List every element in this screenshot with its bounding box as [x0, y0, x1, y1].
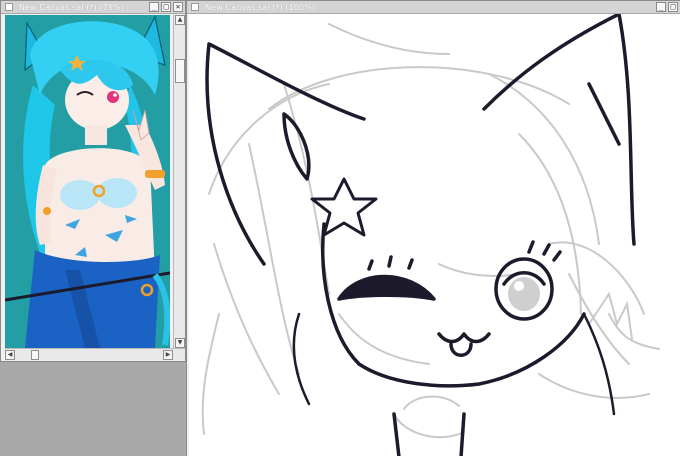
- vertical-scroll-thumb[interactable]: [175, 59, 185, 83]
- minimize-icon: _: [151, 2, 157, 11]
- document-icon: [191, 3, 199, 11]
- navigator-window: New Canvas.sai (*) (75%) _ □ ✕ ▲ ▼ ◀ ▶: [0, 0, 186, 362]
- navigator-vertical-scrollbar[interactable]: ▲ ▼: [173, 15, 185, 348]
- navigator-titlebar[interactable]: New Canvas.sai (*) (75%) _ □ ✕: [1, 1, 185, 14]
- maximize-button[interactable]: □: [161, 2, 171, 12]
- scroll-down-button[interactable]: ▼: [175, 338, 185, 348]
- reference-canvas[interactable]: [5, 15, 170, 348]
- main-title: New Canvas.sai (*) (100%): [205, 2, 316, 12]
- arrow-down-icon: ▼: [177, 339, 183, 346]
- minimize-button[interactable]: _: [656, 2, 666, 12]
- scroll-right-button[interactable]: ▶: [163, 350, 173, 360]
- close-icon: ✕: [175, 2, 181, 11]
- main-titlebar[interactable]: New Canvas.sai (*) (100%) _ □: [187, 1, 680, 14]
- minimize-icon: _: [658, 2, 664, 11]
- maximize-icon: □: [670, 2, 676, 11]
- scroll-up-button[interactable]: ▲: [175, 15, 185, 25]
- document-icon: [5, 3, 13, 11]
- drawing-canvas[interactable]: [189, 14, 680, 456]
- main-canvas-window: New Canvas.sai (*) (100%) _ □: [186, 0, 680, 456]
- maximize-icon: □: [163, 2, 169, 11]
- lineart-sketch: [201, 14, 660, 456]
- minimize-button[interactable]: _: [149, 2, 159, 12]
- navigator-title: New Canvas.sai (*) (75%): [19, 2, 124, 12]
- horizontal-scroll-thumb[interactable]: [31, 350, 39, 360]
- arrow-right-icon: ▶: [165, 351, 171, 358]
- scroll-left-button[interactable]: ◀: [5, 350, 15, 360]
- maximize-button[interactable]: □: [668, 2, 678, 12]
- close-button[interactable]: ✕: [173, 2, 183, 12]
- reference-illustration: [5, 15, 170, 348]
- arrow-left-icon: ◀: [7, 351, 13, 358]
- arrow-up-icon: ▲: [177, 16, 183, 23]
- navigator-horizontal-scrollbar[interactable]: ◀ ▶: [5, 348, 185, 360]
